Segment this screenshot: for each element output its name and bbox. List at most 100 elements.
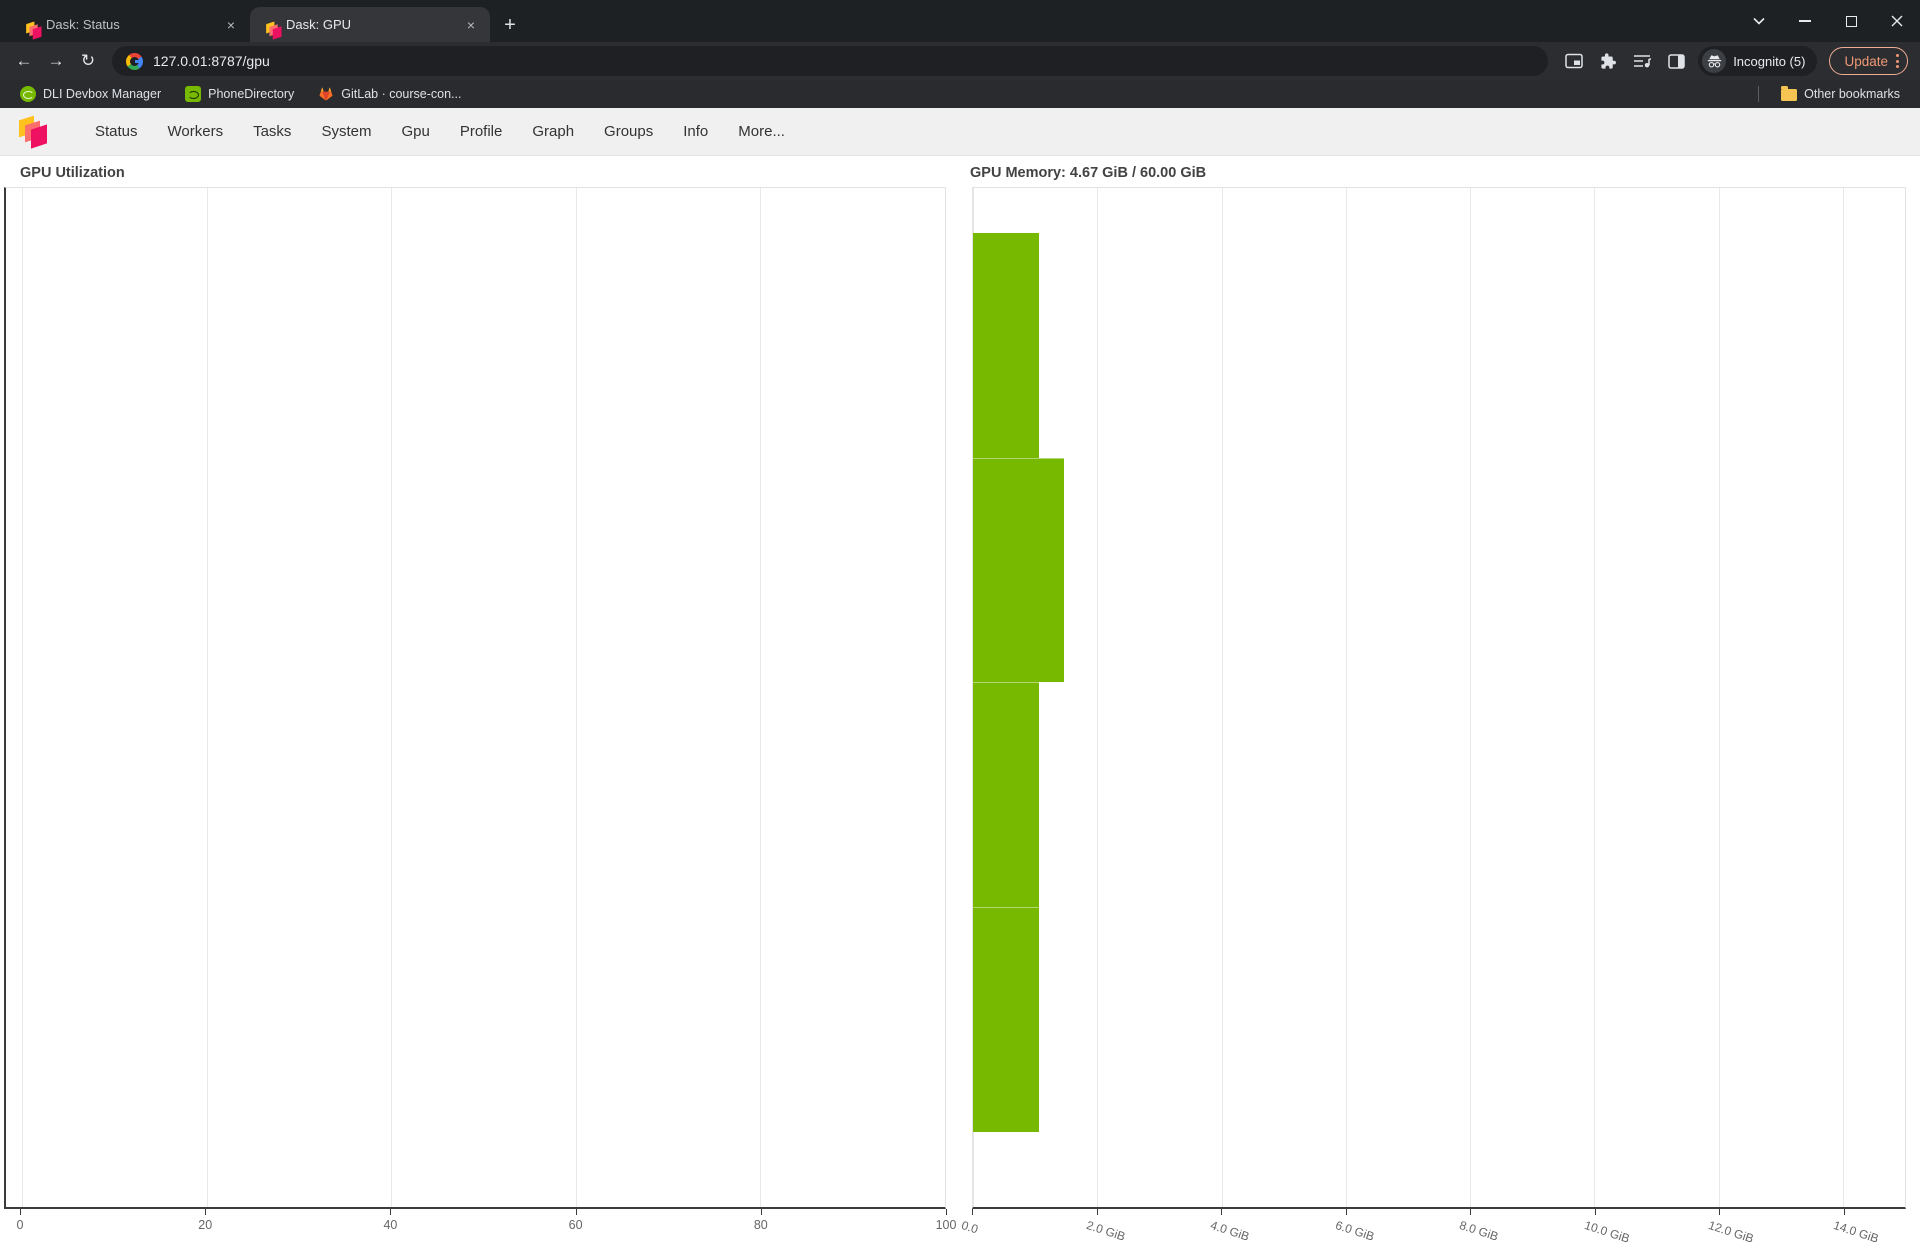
grid-line xyxy=(1470,188,1471,1207)
url-bar[interactable]: 127.0.01:8787/gpu xyxy=(112,46,1548,76)
grid-line xyxy=(1097,188,1098,1207)
grid-line xyxy=(1719,188,1720,1207)
tab-dask-status[interactable]: Dask: Status × xyxy=(10,7,250,42)
gpu-utilization-plot-area[interactable] xyxy=(4,187,946,1209)
axis-tick-label: 8.0 GiB xyxy=(1458,1218,1500,1244)
profile-chip[interactable]: Incognito (5) xyxy=(1698,46,1817,76)
axis-tick xyxy=(946,1209,947,1215)
axis-tick-label: 80 xyxy=(754,1218,768,1232)
tab-close-icon[interactable]: × xyxy=(222,16,240,34)
gpu-utilization-title: GPU Utilization xyxy=(20,165,125,181)
new-tab-button[interactable]: + xyxy=(496,11,524,39)
axis-tick-label: 4.0 GiB xyxy=(1209,1218,1251,1244)
bookmark-dli-devbox-manager[interactable]: DLI Devbox Manager xyxy=(12,84,169,104)
nav-item-groups[interactable]: Groups xyxy=(589,108,668,156)
forward-icon[interactable]: → xyxy=(42,47,70,75)
back-icon[interactable]: ← xyxy=(10,47,38,75)
axis-tick-label: 40 xyxy=(383,1218,397,1232)
window-controls xyxy=(1736,0,1920,42)
grid-line xyxy=(1346,188,1347,1207)
axis-tick-label: 2.0 GiB xyxy=(1084,1218,1126,1244)
gpu-memory-bar xyxy=(973,682,1039,907)
gpu-memory-bar xyxy=(973,907,1039,1132)
maximize-button[interactable] xyxy=(1828,0,1874,42)
axis-tick-label: 100 xyxy=(936,1218,957,1232)
axis-tick-label: 20 xyxy=(198,1218,212,1232)
nav-item-tasks[interactable]: Tasks xyxy=(238,108,306,156)
nav-item-gpu[interactable]: Gpu xyxy=(386,108,444,156)
axis-tick-label: 10.0 GiB xyxy=(1582,1218,1631,1246)
update-menu-button[interactable]: Update xyxy=(1829,47,1908,75)
gpu-memory-plot-area[interactable] xyxy=(972,187,1906,1209)
bookmark-gitlab[interactable]: GitLab · course-con... xyxy=(310,84,469,104)
grid-line xyxy=(207,188,208,1207)
media-controls-icon[interactable] xyxy=(1628,47,1656,75)
tab-title: Dask: Status xyxy=(46,17,214,32)
tab-search-chevron-icon[interactable] xyxy=(1736,0,1782,42)
nav-item-profile[interactable]: Profile xyxy=(445,108,518,156)
minimize-button[interactable] xyxy=(1782,0,1828,42)
side-panel-icon[interactable] xyxy=(1662,47,1690,75)
tab-close-icon[interactable]: × xyxy=(462,16,480,34)
gpu-memory-chart[interactable]: 0.02.0 GiB4.0 GiB6.0 GiB8.0 GiB10.0 GiB1… xyxy=(972,187,1906,1251)
axis-tick-label: 0.0 xyxy=(960,1218,980,1236)
kebab-menu-icon xyxy=(1896,54,1899,68)
axis-tick xyxy=(1221,1209,1222,1215)
grid-line xyxy=(760,188,761,1207)
reload-icon[interactable]: ↻ xyxy=(74,47,102,75)
axis-tick xyxy=(1595,1209,1596,1215)
folder-icon xyxy=(1781,89,1797,101)
tab-title: Dask: GPU xyxy=(286,17,454,32)
google-site-icon xyxy=(126,53,143,70)
dashboard-content: GPU Utilization GPU Memory: 4.67 GiB / 6… xyxy=(0,156,1920,1250)
dask-favicon-icon xyxy=(266,20,275,29)
dask-favicon-icon xyxy=(26,20,35,29)
dask-navbar: Status Workers Tasks System Gpu Profile … xyxy=(0,108,1920,156)
gpu-memory-bar xyxy=(973,233,1039,458)
close-window-button[interactable] xyxy=(1874,0,1920,42)
incognito-icon xyxy=(1702,49,1726,73)
axis-tick xyxy=(1346,1209,1347,1215)
gpu-memory-title: GPU Memory: 4.67 GiB / 60.00 GiB xyxy=(970,165,1206,181)
axis-tick-label: 0 xyxy=(17,1218,24,1232)
axis-tick xyxy=(1097,1209,1098,1215)
gpu-utilization-chart[interactable]: 020406080100 xyxy=(4,187,946,1251)
picture-in-picture-icon[interactable] xyxy=(1560,47,1588,75)
tab-strip: Dask: Status × Dask: GPU × + xyxy=(0,0,1736,42)
toolbar-actions xyxy=(1560,47,1690,75)
axis-tick xyxy=(972,1209,973,1215)
dask-logo-icon xyxy=(18,114,52,150)
axis-tick-label: 12.0 GiB xyxy=(1707,1218,1756,1246)
extensions-puzzle-icon[interactable] xyxy=(1594,47,1622,75)
axis-tick xyxy=(1470,1209,1471,1215)
axis-tick xyxy=(576,1209,577,1215)
axis-tick xyxy=(761,1209,762,1215)
nav-item-graph[interactable]: Graph xyxy=(517,108,589,156)
bookmarks-bar: DLI Devbox Manager PhoneDirectory GitLab… xyxy=(0,80,1920,108)
grid-line xyxy=(22,188,23,1207)
nav-item-more[interactable]: More... xyxy=(723,108,800,156)
tab-dask-gpu[interactable]: Dask: GPU × xyxy=(250,7,490,42)
other-bookmarks-button[interactable]: Other bookmarks xyxy=(1773,85,1908,103)
nav-item-system[interactable]: System xyxy=(306,108,386,156)
gpu-memory-x-axis: 0.02.0 GiB4.0 GiB6.0 GiB8.0 GiB10.0 GiB1… xyxy=(972,1209,1906,1251)
bookmark-label: PhoneDirectory xyxy=(208,87,294,101)
gpu-memory-bar xyxy=(973,458,1064,683)
axis-tick xyxy=(390,1209,391,1215)
bookmark-phonedirectory[interactable]: PhoneDirectory xyxy=(177,84,302,104)
browser-toolbar: ← → ↻ 127.0.01:8787/gpu Incognito (5) Up… xyxy=(0,42,1920,80)
url-text[interactable]: 127.0.01:8787/gpu xyxy=(153,53,270,69)
nav-item-status[interactable]: Status xyxy=(80,108,153,156)
axis-tick xyxy=(20,1209,21,1215)
nvidia-circle-icon xyxy=(20,86,36,102)
grid-line xyxy=(1594,188,1595,1207)
axis-tick-label: 60 xyxy=(569,1218,583,1232)
gitlab-icon xyxy=(318,86,334,102)
nvidia-square-icon xyxy=(185,86,201,102)
grid-line xyxy=(945,188,946,1207)
nav-item-info[interactable]: Info xyxy=(668,108,723,156)
other-bookmarks-label: Other bookmarks xyxy=(1804,87,1900,101)
axis-tick xyxy=(1844,1209,1845,1215)
grid-line xyxy=(1222,188,1223,1207)
nav-item-workers[interactable]: Workers xyxy=(153,108,239,156)
